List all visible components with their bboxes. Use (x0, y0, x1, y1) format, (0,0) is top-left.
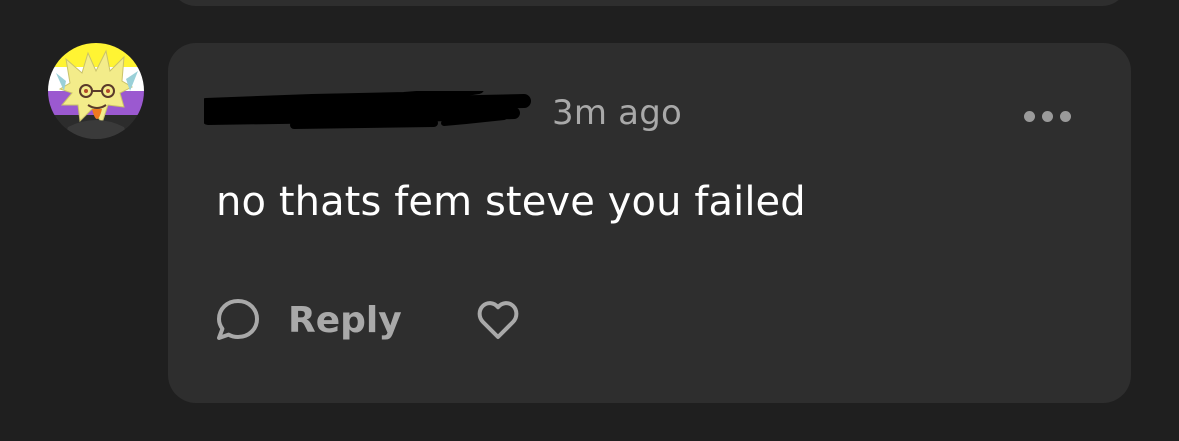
speech-bubble-icon (217, 299, 259, 340)
more-dots-icon (1023, 110, 1035, 122)
comment-thread: 3m ago no thats fem steve you failed Rep… (0, 0, 1179, 441)
heart-icon (477, 301, 519, 339)
comment-card: 3m ago no thats fem steve you failed Rep… (168, 43, 1131, 403)
comment-timestamp: 3m ago (552, 93, 682, 133)
previous-comment-card (170, 0, 1128, 6)
like-button[interactable] (474, 296, 522, 344)
user-avatar[interactable] (48, 43, 144, 139)
comment-meta: 3m ago (204, 91, 904, 139)
more-dots-icon (1041, 110, 1053, 122)
more-dots-icon (1059, 110, 1071, 122)
reply-button[interactable]: Reply (214, 296, 402, 344)
avatar-image (48, 43, 144, 139)
reply-label: Reply (288, 299, 402, 341)
redacted-username-scribble (204, 91, 531, 129)
comment-actions: Reply (214, 295, 522, 345)
more-options-button[interactable] (1017, 105, 1077, 127)
comment-body: no thats fem steve you failed (216, 179, 806, 225)
